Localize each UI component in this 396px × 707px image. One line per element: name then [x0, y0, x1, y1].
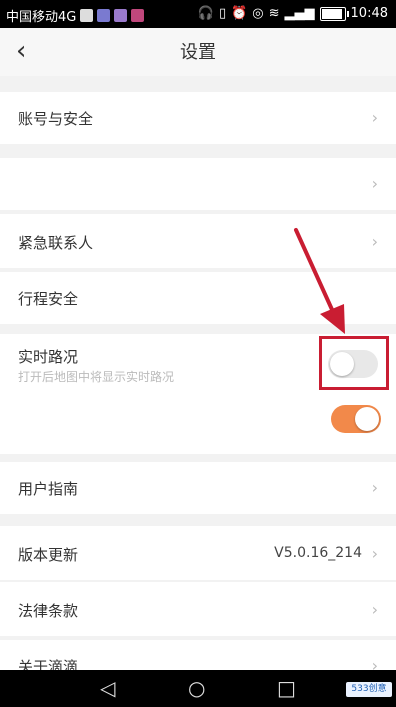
row-legal-terms[interactable]: 法律条款 › [0, 582, 396, 636]
system-nav-bar: ◁ ○ □ 533创意 [0, 670, 396, 707]
home-circle-icon[interactable]: ○ [188, 676, 205, 700]
row-label: 用户指南 [18, 480, 79, 498]
back-triangle-icon[interactable]: ◁ [100, 676, 115, 700]
recents-square-icon[interactable]: □ [277, 676, 296, 700]
version-value: V5.0.16_214 [274, 545, 362, 561]
row-user-guide[interactable]: 用户指南 › [0, 462, 396, 514]
chevron-right-icon: › [371, 600, 378, 619]
row-label: 版本更新 [18, 546, 79, 564]
chevron-right-icon: › [371, 544, 378, 563]
watermark: 533创意 [346, 682, 392, 697]
row-version-update[interactable]: 版本更新 V5.0.16_214 › [0, 526, 396, 580]
row-label: 法律条款 [18, 602, 79, 620]
chevron-right-icon: › [371, 478, 378, 497]
